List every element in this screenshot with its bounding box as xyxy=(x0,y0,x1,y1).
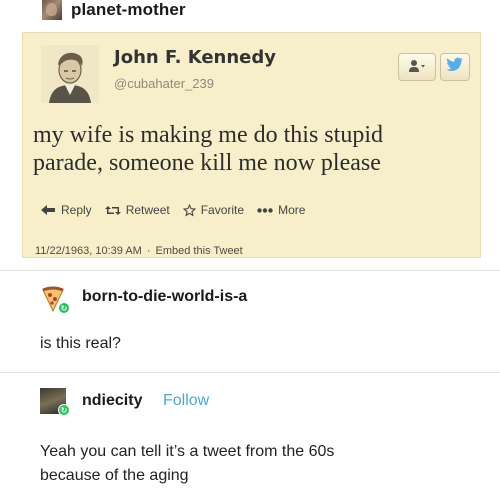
reblog-text-line: because of the aging xyxy=(40,467,189,484)
retweet-label: Retweet xyxy=(125,203,170,217)
reply-action[interactable]: Reply xyxy=(41,203,92,217)
person-add-icon xyxy=(408,59,426,76)
follow-user-button[interactable] xyxy=(398,53,436,81)
twitter-button[interactable] xyxy=(440,53,470,81)
tweet-meta: 11/22/1963, 10:39 AM · Embed this Tweet xyxy=(35,245,243,257)
reblog-text: Yeah you can tell it’s a tweet from the … xyxy=(40,440,334,488)
star-icon xyxy=(182,203,196,217)
divider xyxy=(0,270,500,271)
tweet-author-handle[interactable]: @cubahater_239 xyxy=(114,76,214,91)
tweet-actions: Reply Retweet Favorite More xyxy=(41,203,318,217)
tweet-card: John F. Kennedy @cubahater_239 my wife i… xyxy=(22,32,481,258)
post-header: planet-mother xyxy=(0,0,500,26)
reblog-badge-icon: ↻ xyxy=(58,302,70,314)
post-author-username[interactable]: planet-mother xyxy=(71,0,186,20)
twitter-bird-icon xyxy=(446,57,464,77)
reblog-text-line: Yeah you can tell it’s a tweet from the … xyxy=(40,443,335,460)
reblog-text: is this real? xyxy=(40,335,121,352)
tweet-timestamp[interactable]: 11/22/1963, 10:39 AM xyxy=(35,245,142,257)
favorite-label: Favorite xyxy=(200,203,245,217)
favorite-action[interactable]: Favorite xyxy=(182,203,245,217)
reply-label: Reply xyxy=(61,203,92,217)
post-author-avatar[interactable] xyxy=(42,0,62,20)
reblogger-username[interactable]: born-to-die-world-is-a xyxy=(82,288,247,306)
tweet-text: my wife is making me do this stupid para… xyxy=(33,121,478,177)
reblog-header: ↻ ndiecity Follow xyxy=(0,388,500,420)
retweet-icon xyxy=(104,205,121,216)
reblog-header: ↻ born-to-die-world-is-a xyxy=(0,284,500,316)
tweet-author-name[interactable]: John F. Kennedy xyxy=(114,47,276,68)
more-action[interactable]: More xyxy=(257,203,305,217)
tweet-text-line: my wife is making me do this stupid xyxy=(33,122,383,148)
more-dots-icon xyxy=(257,207,273,213)
follow-link[interactable]: Follow xyxy=(163,392,209,410)
reblog-badge-icon: ↻ xyxy=(58,404,70,416)
retweet-action[interactable]: Retweet xyxy=(104,203,170,217)
more-label: More xyxy=(278,203,306,217)
tweet-author-portrait xyxy=(41,45,99,103)
tweet-text-line: parade, someone kill me now please xyxy=(33,150,381,176)
reply-arrow-icon xyxy=(41,205,56,215)
reblogger-username[interactable]: ndiecity xyxy=(82,392,142,410)
divider xyxy=(0,372,500,373)
embed-tweet-link[interactable]: Embed this Tweet xyxy=(156,245,243,257)
